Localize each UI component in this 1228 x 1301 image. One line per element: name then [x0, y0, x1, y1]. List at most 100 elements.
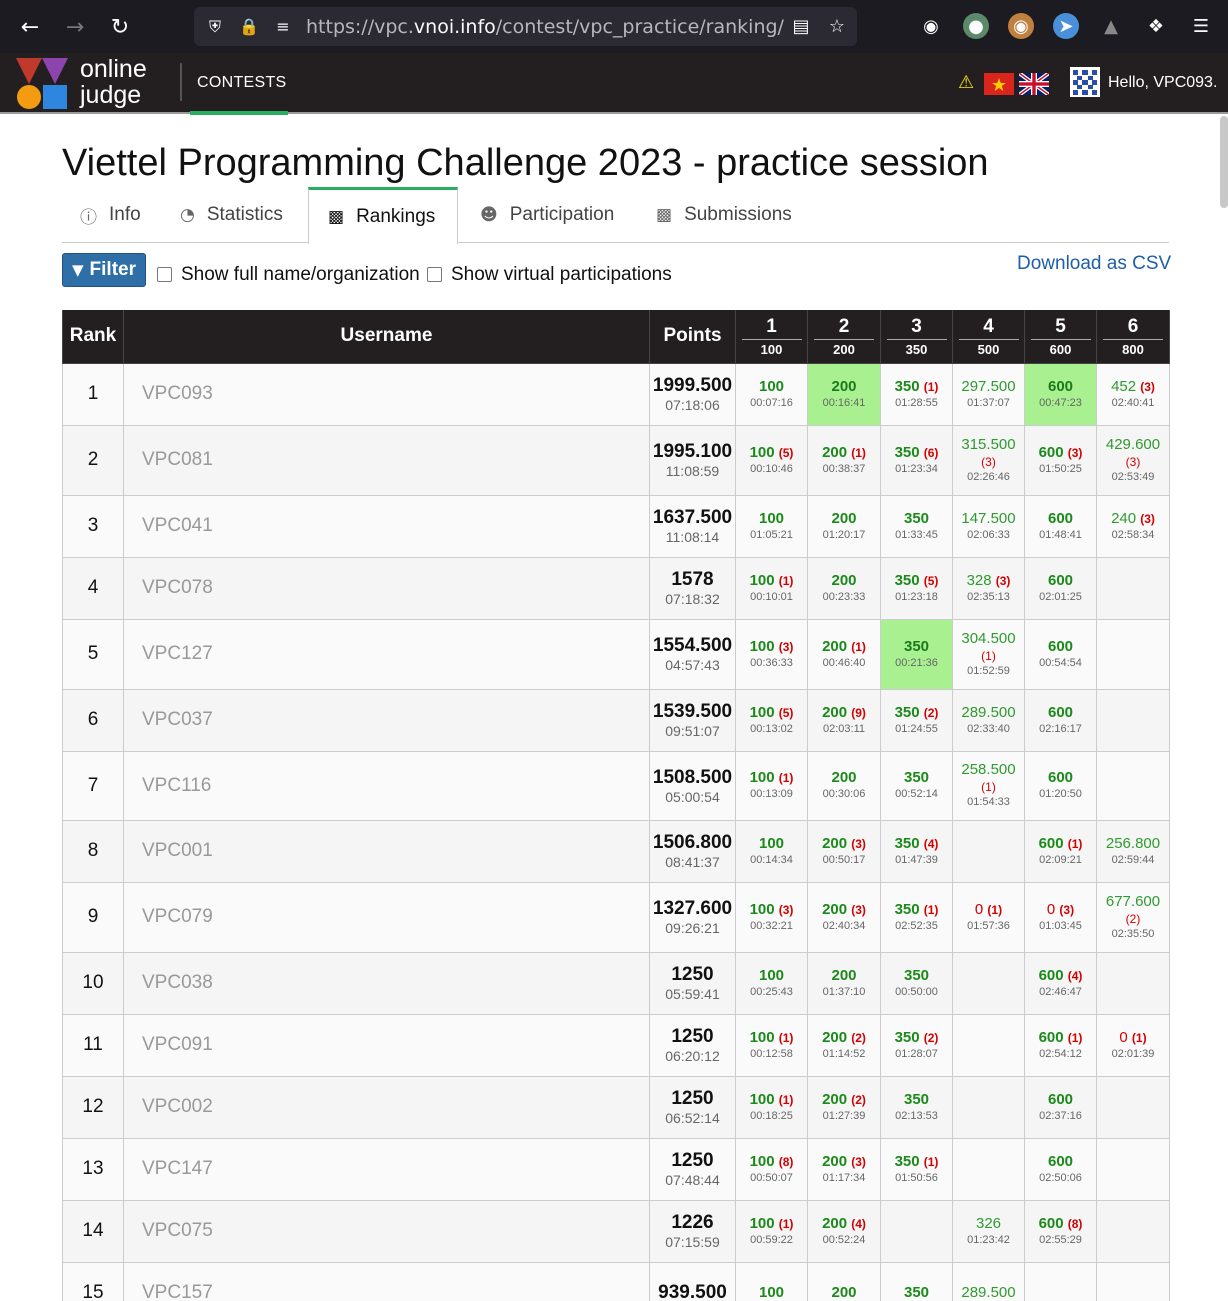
username-cell[interactable]: VPC038 [123, 951, 650, 1015]
pocket-icon[interactable]: ◉ [918, 13, 944, 39]
shield-icon[interactable]: ⛨ [198, 7, 232, 46]
problem-cell[interactable]: 350 (1) 02:52:35 [880, 881, 953, 953]
problem-cell[interactable]: 600 00:54:54 [1024, 618, 1097, 690]
extension-globe-icon[interactable]: ● [963, 13, 989, 39]
problem-cell[interactable]: 600 02:50:06 [1024, 1137, 1097, 1201]
extension-owl-icon[interactable]: ◉ [1008, 13, 1034, 39]
problem-cell[interactable]: 600 (4) 02:46:47 [1024, 951, 1097, 1015]
problem-cell[interactable]: 100 (3) 00:36:33 [735, 618, 808, 690]
tab-participation[interactable]: ☻ Participation [480, 187, 614, 243]
problem-cell[interactable]: 100 00:07:16 [735, 362, 808, 426]
vietnam-flag-icon[interactable] [984, 73, 1014, 95]
username-cell[interactable]: VPC041 [123, 494, 650, 558]
problem-cell[interactable]: 289.500 [952, 1261, 1025, 1301]
site-logo[interactable] [16, 58, 68, 110]
problem-cell[interactable]: 350 (1) 01:50:56 [880, 1137, 953, 1201]
problem-cell[interactable]: 100 01:05:21 [735, 494, 808, 558]
problem-cell[interactable]: 0 (3) 01:03:45 [1024, 881, 1097, 953]
header-problem-6[interactable]: 6 800 [1096, 310, 1170, 364]
problem-cell[interactable]: 600 00:47:23 [1024, 362, 1097, 426]
filter-button[interactable]: ▼ Filter [62, 253, 146, 287]
problem-cell[interactable]: 350 00:50:00 [880, 951, 953, 1015]
tab-info[interactable]: ⓘ Info [80, 187, 141, 243]
username-cell[interactable]: VPC157 [123, 1261, 650, 1301]
problem-cell[interactable]: 350 (2) 01:24:55 [880, 688, 953, 752]
header-problem-4[interactable]: 4 500 [952, 310, 1025, 364]
problem-cell[interactable]: 100 (3) 00:32:21 [735, 881, 808, 953]
problem-cell[interactable]: 350 [880, 1261, 953, 1301]
problem-cell[interactable]: 350 02:13:53 [880, 1075, 953, 1139]
show-virtual-checkbox[interactable] [427, 267, 442, 282]
username-cell[interactable]: VPC091 [123, 1013, 650, 1077]
problem-cell[interactable]: 240 (3) 02:58:34 [1096, 494, 1170, 558]
problem-cell[interactable]: 200 (2) 01:14:52 [807, 1013, 881, 1077]
problem-cell[interactable]: 100 (1) 00:10:01 [735, 556, 808, 620]
bookmark-star-icon[interactable]: ☆ [822, 11, 852, 41]
tab-statistics[interactable]: ◔ Statistics [180, 187, 283, 243]
problem-cell[interactable]: 100 00:25:43 [735, 951, 808, 1015]
problem-cell[interactable]: 326 01:23:42 [952, 1199, 1025, 1263]
header-username[interactable]: Username [123, 310, 650, 364]
problem-cell[interactable]: 600 02:16:17 [1024, 688, 1097, 752]
problem-cell[interactable]: 100 (1) 00:12:58 [735, 1013, 808, 1077]
problem-cell[interactable]: 200 00:16:41 [807, 362, 881, 426]
problem-cell[interactable]: 350 (4) 01:47:39 [880, 819, 953, 883]
problem-cell[interactable]: 100 (8) 00:50:07 [735, 1137, 808, 1201]
problem-cell[interactable]: 350 01:33:45 [880, 494, 953, 558]
problem-cell[interactable]: 600 (8) 02:55:29 [1024, 1199, 1097, 1263]
problem-cell[interactable]: 0 (1) 01:57:36 [952, 881, 1025, 953]
show-full-name-label[interactable]: Show full name/organization [181, 264, 420, 286]
problem-cell[interactable]: 258.500 (1) 01:54:33 [952, 750, 1025, 821]
page-scrollbar[interactable] [1220, 116, 1228, 208]
problem-cell[interactable]: 600 02:01:25 [1024, 556, 1097, 620]
problem-cell[interactable]: 200 [807, 1261, 881, 1301]
tab-rankings[interactable]: ▩ Rankings [308, 187, 458, 244]
problem-cell[interactable]: 200 (3) 02:40:34 [807, 881, 881, 953]
username-cell[interactable]: VPC116 [123, 750, 650, 821]
problem-cell[interactable]: 677.600 (2) 02:35:50 [1096, 881, 1170, 953]
problem-cell[interactable]: 200 (9) 02:03:11 [807, 688, 881, 752]
problem-cell[interactable]: 600 01:48:41 [1024, 494, 1097, 558]
problem-cell[interactable]: 200 (4) 00:52:24 [807, 1199, 881, 1263]
problem-cell[interactable]: 200 (3) 00:50:17 [807, 819, 881, 883]
problem-cell[interactable]: 289.500 02:33:40 [952, 688, 1025, 752]
username-cell[interactable]: VPC081 [123, 424, 650, 496]
problem-cell[interactable]: 200 (3) 01:17:34 [807, 1137, 881, 1201]
avatar[interactable] [1070, 67, 1100, 97]
username-cell[interactable]: VPC093 [123, 362, 650, 426]
problem-cell[interactable]: 200 (1) 00:38:37 [807, 424, 881, 496]
problem-cell[interactable]: 100 (1) 00:13:09 [735, 750, 808, 821]
lock-icon[interactable]: 🔒 [232, 7, 266, 46]
problem-cell[interactable]: 200 (1) 00:46:40 [807, 618, 881, 690]
show-virtual-label[interactable]: Show virtual participations [451, 264, 672, 286]
problem-cell[interactable]: 350 (6) 01:23:34 [880, 424, 953, 496]
header-problem-5[interactable]: 5 600 [1024, 310, 1097, 364]
problem-cell[interactable]: 350 (2) 01:28:07 [880, 1013, 953, 1077]
problem-cell[interactable]: 0 (1) 02:01:39 [1096, 1013, 1170, 1077]
problem-cell[interactable]: 350 00:21:36 [880, 618, 953, 690]
problem-cell[interactable]: 200 01:20:17 [807, 494, 881, 558]
username-cell[interactable]: VPC002 [123, 1075, 650, 1139]
problem-cell[interactable]: 100 (1) 00:18:25 [735, 1075, 808, 1139]
problem-cell[interactable]: 350 00:52:14 [880, 750, 953, 821]
header-problem-1[interactable]: 1 100 [735, 310, 808, 364]
problem-cell[interactable]: 315.500 (3) 02:26:46 [952, 424, 1025, 496]
header-rank[interactable]: Rank [62, 310, 124, 364]
problem-cell[interactable]: 600 02:37:16 [1024, 1075, 1097, 1139]
problem-cell[interactable]: 100 (5) 00:10:46 [735, 424, 808, 496]
username-cell[interactable]: VPC079 [123, 881, 650, 953]
username-cell[interactable]: VPC078 [123, 556, 650, 620]
uk-flag-icon[interactable] [1019, 73, 1049, 95]
problem-cell[interactable]: 100 00:14:34 [735, 819, 808, 883]
header-problem-2[interactable]: 2 200 [807, 310, 881, 364]
header-points[interactable]: Points [649, 310, 736, 364]
reader-view-icon[interactable]: ▤ [786, 11, 816, 41]
reload-icon[interactable]: ↻ [103, 10, 137, 44]
problem-cell[interactable]: 200 00:23:33 [807, 556, 881, 620]
problem-cell[interactable]: 100 (5) 00:13:02 [735, 688, 808, 752]
problem-cell[interactable]: 200 (2) 01:27:39 [807, 1075, 881, 1139]
extensions-puzzle-icon[interactable]: ❖ [1143, 13, 1169, 39]
username-cell[interactable]: VPC075 [123, 1199, 650, 1263]
permissions-icon[interactable]: ≡ [266, 7, 300, 46]
extension-hat-icon[interactable]: ▲ [1098, 13, 1124, 39]
